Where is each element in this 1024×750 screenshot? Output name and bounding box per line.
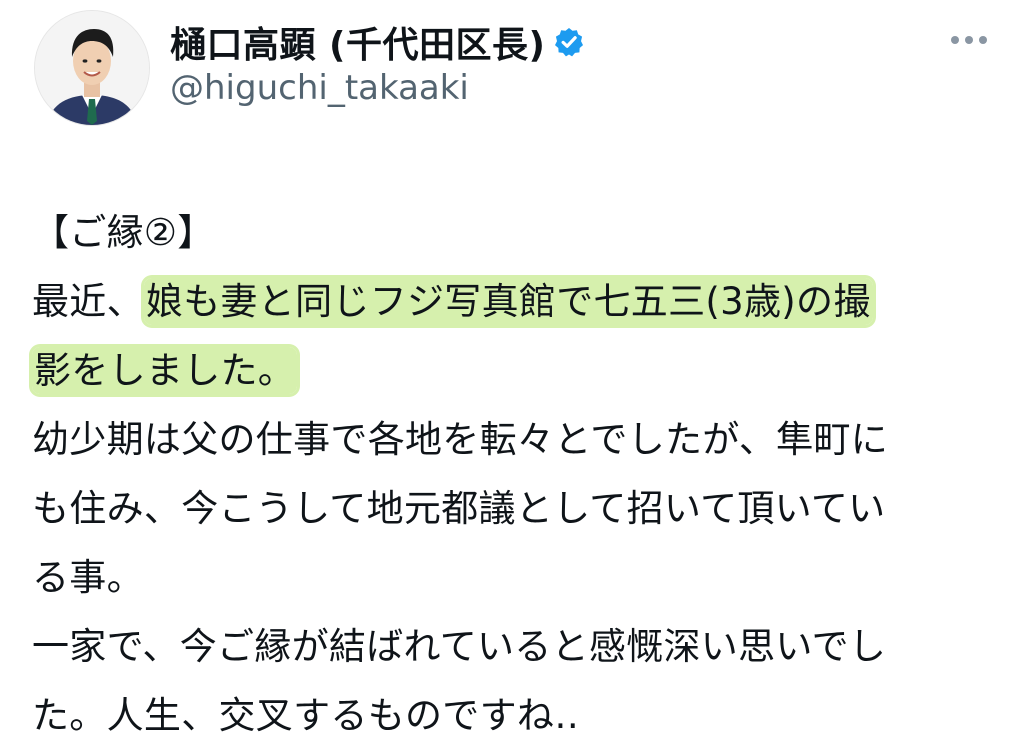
tweet-line-text: 一家で、今ご縁が結ばれていると感慨深い思いでし xyxy=(32,625,887,668)
tweet-header: 樋口高顕 (千代田区長) @higuchi_takaaki xyxy=(0,0,1024,140)
author-handle[interactable]: @higuchi_takaaki xyxy=(170,68,469,108)
tweet-line-text: も住み、今こうして地元都議として招いて頂いてい xyxy=(32,487,886,530)
author-display-name[interactable]: 樋口高顕 (千代田区長) xyxy=(170,16,545,68)
tweet-line: 影をしました。 xyxy=(32,336,1007,405)
tweet-line-text: 【ご縁②】 xyxy=(32,211,215,254)
tweet-text: 【ご縁②】 最近、娘も妻と同じフジ写真館で七五三(3歳)の撮 影をしました。 幼… xyxy=(32,198,1007,750)
tweet-line: 【ご縁②】 xyxy=(32,198,1007,267)
profile-photo xyxy=(35,11,149,125)
tweet-line: る事。 xyxy=(32,543,1007,612)
highlighted-text: 影をしました。 xyxy=(32,347,298,394)
tweet-line: 最近、娘も妻と同じフジ写真館で七五三(3歳)の撮 xyxy=(32,267,1007,336)
tweet-line: も住み、今こうして地元都議として招いて頂いてい xyxy=(32,474,1007,543)
author-name-row[interactable]: 樋口高顕 (千代田区長) xyxy=(170,16,585,68)
more-options-icon[interactable] xyxy=(946,28,992,52)
tweet-line-text: た。人生、交叉するものですね‥ xyxy=(32,694,580,737)
highlighted-text: 娘も妻と同じフジ写真館で七五三(3歳)の撮 xyxy=(143,278,873,325)
tweet-line-text: 幼少期は父の仕事で各地を転々とでしたが、隼町に xyxy=(32,418,889,461)
avatar[interactable] xyxy=(34,10,150,126)
tweet-line: た。人生、交叉するものですね‥ xyxy=(32,681,1007,750)
verified-badge-icon xyxy=(553,26,585,58)
tweet-line: 幼少期は父の仕事で各地を転々とでしたが、隼町に xyxy=(32,405,1007,474)
tweet-line-text: る事。 xyxy=(32,556,144,599)
tweet-line: 一家で、今ご縁が結ばれていると感慨深い思いでし xyxy=(32,612,1007,681)
tweet-line-text: 最近、 xyxy=(32,280,144,323)
